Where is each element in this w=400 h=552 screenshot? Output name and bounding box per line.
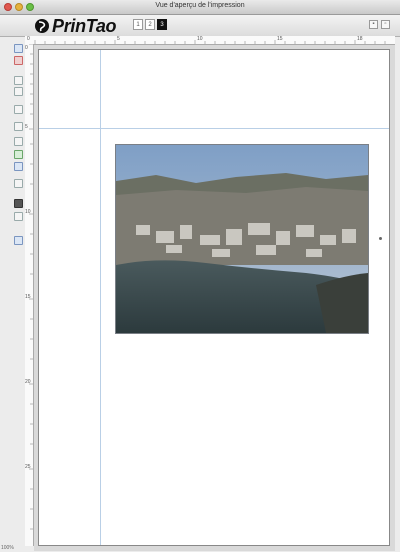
ruler-label: 10 <box>25 209 31 215</box>
center-tool-icon[interactable] <box>14 150 23 159</box>
page-1-button[interactable]: 1 <box>133 19 143 30</box>
vertical-margin-guide[interactable] <box>100 50 101 545</box>
layout-tool-icon[interactable] <box>14 212 23 221</box>
ruler-label: 5 <box>25 124 28 130</box>
ruler-label: 20 <box>25 379 31 385</box>
copy-tool-icon[interactable] <box>14 76 23 85</box>
print-page[interactable] <box>38 49 390 546</box>
ruler-label: 15 <box>25 294 31 300</box>
aerial-photo-image <box>116 145 368 333</box>
logo-text: PrinTao <box>52 15 117 36</box>
image-tool-icon[interactable] <box>14 179 23 188</box>
toolbar: PrinTao 1 2 3 ▪ ▫ <box>0 15 400 37</box>
ruler-label: 0 <box>27 36 30 42</box>
toolbar-options-button[interactable]: ▫ <box>381 20 390 29</box>
undo-tool-icon[interactable] <box>14 105 23 114</box>
select-tool-icon[interactable] <box>14 44 23 53</box>
selection-handle[interactable] <box>379 237 382 240</box>
printao-logo-icon <box>35 19 49 33</box>
align-vertical-icon[interactable] <box>14 122 23 131</box>
horizontal-ruler[interactable]: 0 5 10 15 18 <box>25 36 395 45</box>
tool-palette <box>12 42 25 382</box>
zoom-tool-icon[interactable] <box>14 236 23 245</box>
ruler-label: 10 <box>197 36 203 42</box>
ruler-label: 25 <box>25 464 31 470</box>
ruler-label: 5 <box>117 36 120 42</box>
align-horizontal-icon[interactable] <box>14 137 23 146</box>
page-3-button[interactable]: 3 <box>157 19 167 30</box>
zoom-readout: 100% <box>1 545 14 551</box>
text-tool-icon[interactable] <box>14 199 23 208</box>
printao-logo: PrinTao <box>34 15 117 36</box>
horizontal-ruler-ticks <box>34 40 386 44</box>
window-title: Vue d'aperçu de l'impression <box>155 2 245 9</box>
preview-canvas[interactable] <box>34 45 395 551</box>
ruler-label: 18 <box>357 36 363 42</box>
page-2-button[interactable]: 2 <box>145 19 155 30</box>
paste-tool-icon[interactable] <box>14 87 23 96</box>
ruler-label: 15 <box>277 36 283 42</box>
vertical-ruler[interactable]: 0 5 10 15 20 25 <box>25 44 34 546</box>
delete-tool-icon[interactable] <box>14 56 23 65</box>
fit-page-icon[interactable] <box>14 162 23 171</box>
collapse-toolbar-button[interactable]: ▪ <box>369 20 378 29</box>
title-bar: Vue d'aperçu de l'impression <box>0 0 400 15</box>
placed-photo[interactable] <box>115 144 369 334</box>
ruler-label: 0 <box>25 45 28 51</box>
horizontal-margin-guide[interactable] <box>39 128 389 129</box>
